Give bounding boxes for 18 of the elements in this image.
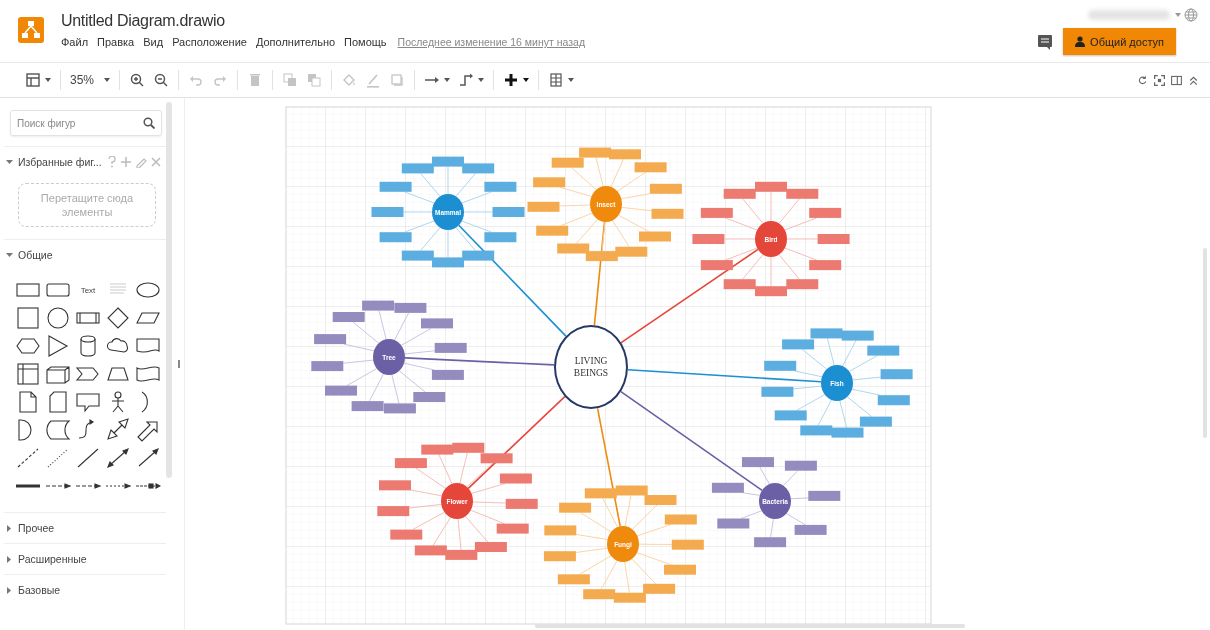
menu-item[interactable]: Файл <box>61 36 89 48</box>
menu-item[interactable]: Расположение <box>172 36 247 48</box>
section-title[interactable]: Избранные фиг... <box>18 156 102 168</box>
section-title[interactable]: Общие <box>18 249 53 261</box>
search-field[interactable]: Поиск фигур <box>10 110 162 136</box>
menu-item[interactable]: Правка <box>97 36 135 48</box>
section-title[interactable]: Базовые <box>18 584 61 596</box>
last-change-link[interactable]: Последнее изменение 16 минут назад <box>397 36 586 48</box>
share-button[interactable]: Общий доступ <box>1063 28 1176 55</box>
drop-hint: Перетащите сюда элементы <box>39 190 135 220</box>
menu-item[interactable]: Вид <box>143 36 164 48</box>
section-title[interactable]: Расширенные <box>18 553 87 565</box>
menu-item[interactable]: Помощь <box>344 36 387 48</box>
menu-item[interactable]: Дополнительно <box>255 36 336 48</box>
document-title[interactable]: Untitled Diagram.drawio <box>61 12 586 30</box>
section-title[interactable]: Прочее <box>18 522 55 534</box>
text-shape[interactable]: Text <box>80 285 96 295</box>
zoom-dropdown[interactable]: 35% <box>67 70 114 90</box>
